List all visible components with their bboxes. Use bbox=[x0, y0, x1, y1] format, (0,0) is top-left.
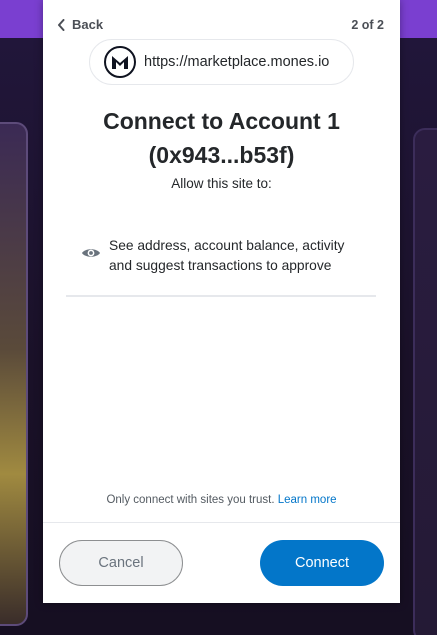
background-header-right bbox=[399, 0, 437, 38]
background-header-left bbox=[0, 0, 44, 38]
back-label: Back bbox=[72, 17, 104, 32]
background-card-left bbox=[0, 122, 28, 626]
site-url: https://marketplace.mones.io bbox=[144, 54, 330, 70]
cancel-button[interactable]: Cancel bbox=[59, 540, 183, 586]
eye-icon bbox=[81, 246, 101, 265]
permission-item: See address, account balance, activity a… bbox=[81, 236, 381, 276]
permission-text: See address, account balance, activity a… bbox=[109, 236, 344, 276]
learn-more-link[interactable]: Learn more bbox=[278, 494, 337, 506]
account-address: (0x943...b53f) bbox=[148, 142, 295, 168]
chevron-left-icon bbox=[57, 18, 65, 31]
connect-popup: Back 2 of 2 https://marketplace.mones.io… bbox=[43, 0, 400, 603]
permission-subtitle: Allow this site to: bbox=[171, 176, 272, 191]
mones-logo-icon bbox=[104, 46, 136, 78]
divider bbox=[66, 295, 376, 297]
back-button[interactable]: Back bbox=[57, 17, 103, 32]
permission-text-line1: See address, account balance, activity bbox=[109, 238, 345, 253]
site-origin-pill: https://marketplace.mones.io bbox=[89, 39, 354, 85]
trust-text: Only connect with sites you trust. bbox=[106, 494, 275, 506]
permission-text-line2: and suggest transactions to approve bbox=[109, 258, 332, 273]
step-indicator: 2 of 2 bbox=[351, 18, 384, 32]
trust-notice: Only connect with sites you trust. Learn… bbox=[43, 494, 400, 506]
background-card-right bbox=[413, 128, 437, 635]
connect-button[interactable]: Connect bbox=[260, 540, 384, 586]
footer-divider bbox=[43, 522, 400, 523]
page-title: Connect to Account 1 bbox=[103, 108, 340, 134]
